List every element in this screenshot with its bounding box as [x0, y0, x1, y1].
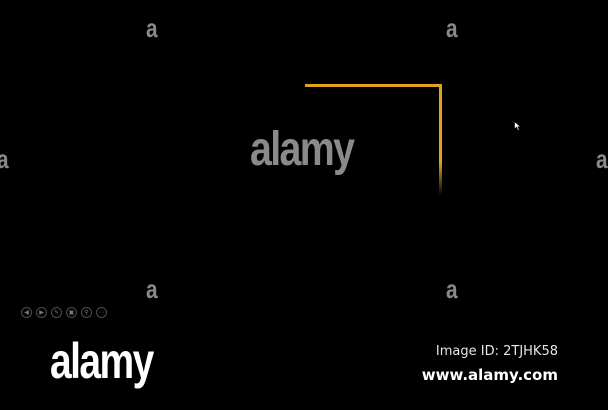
watermark-mark: a [146, 13, 158, 43]
watermark-mark: a [596, 144, 608, 174]
image-id-label: Image ID: 2TJHK58 [435, 344, 558, 359]
slides-icon[interactable]: ▣ [66, 307, 77, 318]
corner-shape-horizontal [305, 84, 442, 87]
slide-canvas: a a a a a a alamy ◀ ▶ ✎ ▣ ⚲ ⋯ alamy Imag… [0, 0, 608, 410]
watermark-mark: a [446, 13, 458, 43]
watermark-mark: a [146, 274, 158, 304]
next-icon[interactable]: ▶ [36, 307, 47, 318]
mouse-cursor-icon [514, 121, 522, 131]
footer-url: www.alamy.com [421, 366, 558, 384]
more-icon[interactable]: ⋯ [96, 307, 107, 318]
watermark-mark: a [446, 274, 458, 304]
corner-shape-vertical [439, 84, 442, 196]
footer-logo: alamy [50, 333, 154, 389]
zoom-icon[interactable]: ⚲ [81, 307, 92, 318]
watermark-center: alamy [250, 123, 355, 176]
watermark-mark: a [0, 146, 9, 172]
pen-icon[interactable]: ✎ [51, 307, 62, 318]
previous-icon[interactable]: ◀ [21, 307, 32, 318]
slideshow-controls: ◀ ▶ ✎ ▣ ⚲ ⋯ [21, 307, 107, 319]
